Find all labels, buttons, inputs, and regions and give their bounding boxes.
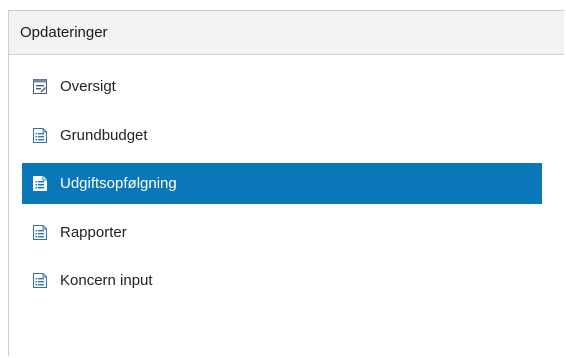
menu-item-label: Oversigt <box>60 78 116 95</box>
updates-menu: Oversigt Grundbudget Udgiftsopfølgning R… <box>22 66 542 309</box>
document-list-icon <box>33 176 47 191</box>
panel-title: Opdateringer <box>20 24 108 41</box>
menu-item-label: Koncern input <box>60 272 153 289</box>
menu-item-label: Udgiftsopfølgning <box>60 175 177 192</box>
document-list-icon <box>33 127 47 143</box>
panel-header: Opdateringer <box>9 11 564 55</box>
edit-form-icon <box>33 79 47 94</box>
menu-item-koncern-input[interactable]: Koncern input <box>22 260 542 301</box>
menu-item-label: Rapporter <box>60 223 127 241</box>
menu-item-rapporter[interactable]: Rapporter <box>22 212 542 253</box>
menu-item-grundbudget[interactable]: Grundbudget <box>22 115 542 156</box>
menu-item-udgiftsopfolgning[interactable]: Udgiftsopfølgning <box>22 163 542 204</box>
menu-item-label: Grundbudget <box>60 126 148 144</box>
menu-item-oversigt[interactable]: Oversigt <box>22 66 542 107</box>
document-list-icon <box>33 224 47 240</box>
document-list-icon <box>33 273 47 288</box>
